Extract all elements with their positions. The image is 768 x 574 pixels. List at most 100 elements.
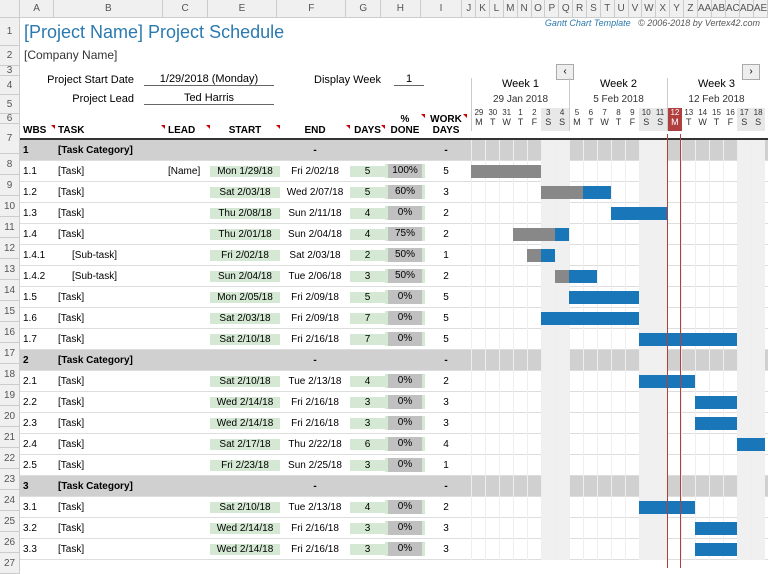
cell-task[interactable]: [Task] xyxy=(55,418,165,429)
cell-pct[interactable]: 0% xyxy=(385,416,425,430)
cell-start[interactable]: Wed 2/14/18 xyxy=(210,544,280,555)
row-header[interactable]: 18 xyxy=(0,364,20,385)
row-header[interactable]: 27 xyxy=(0,553,20,574)
cell-end[interactable]: Fri 2/09/18 xyxy=(280,292,350,303)
col-header[interactable]: S xyxy=(587,0,601,17)
cell-wbs[interactable]: 3.3 xyxy=(20,544,55,555)
cell-pct[interactable]: 0% xyxy=(385,458,425,472)
cell-task[interactable]: [Sub-task] xyxy=(55,271,165,282)
col-header[interactable]: AA xyxy=(698,0,712,17)
table-row[interactable]: 1.2[Task]Sat 2/03/18Wed 2/07/18560%3 xyxy=(20,182,768,203)
col-header[interactable]: N xyxy=(518,0,532,17)
lead-value[interactable]: Ted Harris xyxy=(144,92,274,105)
row-header[interactable]: 3 xyxy=(0,66,20,76)
col-header[interactable]: F xyxy=(277,0,346,17)
col-header[interactable]: AD xyxy=(740,0,754,17)
col-header[interactable]: M xyxy=(504,0,518,17)
cell-days[interactable]: 5 xyxy=(350,166,385,177)
row-header[interactable]: 4 xyxy=(0,76,20,95)
col-header[interactable]: B xyxy=(54,0,163,17)
cell-pct[interactable]: 60% xyxy=(385,185,425,199)
cell-end[interactable]: Fri 2/09/18 xyxy=(280,313,350,324)
cell-work[interactable]: - xyxy=(425,355,467,366)
col-header[interactable]: AE xyxy=(754,0,768,17)
cell-work[interactable]: 2 xyxy=(425,271,467,282)
cell-wbs[interactable]: 3.2 xyxy=(20,523,55,534)
row-header[interactable]: 24 xyxy=(0,490,20,511)
cell-work[interactable]: 2 xyxy=(425,229,467,240)
cell-task[interactable]: [Sub-task] xyxy=(55,250,165,261)
cell-days[interactable]: 3 xyxy=(350,544,385,555)
cell-work[interactable]: 3 xyxy=(425,418,467,429)
table-row[interactable]: 1.4.1[Sub-task]Fri 2/02/18Sat 2/03/18250… xyxy=(20,245,768,266)
cell-end[interactable]: Sun 2/11/18 xyxy=(280,208,350,219)
row-header[interactable]: 13 xyxy=(0,259,20,280)
cell-task[interactable]: [Task Category] xyxy=(55,355,165,366)
cell-days[interactable]: 7 xyxy=(350,334,385,345)
row-header[interactable]: 7 xyxy=(0,124,20,154)
cell-work[interactable]: 5 xyxy=(425,334,467,345)
row-header[interactable]: 6 xyxy=(0,114,20,124)
cell-wbs[interactable]: 1 xyxy=(20,145,55,156)
cell-wbs[interactable]: 3 xyxy=(20,481,55,492)
row-header[interactable]: 1 xyxy=(0,18,20,46)
cell-days[interactable]: 4 xyxy=(350,376,385,387)
cell-task[interactable]: [Task] xyxy=(55,208,165,219)
cell-start[interactable]: Sun 2/04/18 xyxy=(210,271,280,282)
cell-work[interactable]: 5 xyxy=(425,313,467,324)
row-header[interactable]: 26 xyxy=(0,532,20,553)
cell-wbs[interactable]: 1.1 xyxy=(20,166,55,177)
row-header[interactable]: 20 xyxy=(0,406,20,427)
row-header[interactable]: 25 xyxy=(0,511,20,532)
cell-work[interactable]: 3 xyxy=(425,397,467,408)
cell-lead[interactable]: [Name] xyxy=(165,166,210,177)
table-row[interactable]: 3.2[Task]Wed 2/14/18Fri 2/16/1830%3 xyxy=(20,518,768,539)
cell-task[interactable]: [Task] xyxy=(55,376,165,387)
cell-work[interactable]: 3 xyxy=(425,523,467,534)
cell-work[interactable]: 2 xyxy=(425,208,467,219)
col-header[interactable]: H xyxy=(381,0,421,17)
table-row[interactable]: 1.5[Task]Mon 2/05/18Fri 2/09/1850%5 xyxy=(20,287,768,308)
cell-start[interactable]: Fri 2/23/18 xyxy=(210,460,280,471)
cell-pct[interactable]: 50% xyxy=(385,248,425,262)
table-row[interactable]: 3.3[Task]Wed 2/14/18Fri 2/16/1830%3 xyxy=(20,539,768,560)
cell-days[interactable]: 4 xyxy=(350,229,385,240)
cell-end[interactable]: - xyxy=(280,145,350,156)
col-header[interactable]: O xyxy=(532,0,546,17)
cell-end[interactable]: Fri 2/16/18 xyxy=(280,418,350,429)
col-header[interactable]: A xyxy=(20,0,55,17)
cell-start[interactable]: Wed 2/14/18 xyxy=(210,397,280,408)
cell-work[interactable]: - xyxy=(425,481,467,492)
cell-days[interactable]: 3 xyxy=(350,523,385,534)
cell-pct[interactable]: 0% xyxy=(385,395,425,409)
cell-work[interactable]: 2 xyxy=(425,502,467,513)
cell-wbs[interactable]: 1.6 xyxy=(20,313,55,324)
cell-end[interactable]: Fri 2/16/18 xyxy=(280,523,350,534)
company-name[interactable]: [Company Name] xyxy=(20,46,768,64)
row-header[interactable]: 12 xyxy=(0,238,20,259)
table-row[interactable]: 2[Task Category]-- xyxy=(20,350,768,371)
cell-end[interactable]: Fri 2/16/18 xyxy=(280,334,350,345)
cell-task[interactable]: [Task] xyxy=(55,313,165,324)
col-header[interactable]: L xyxy=(490,0,504,17)
col-header[interactable]: V xyxy=(629,0,643,17)
cell-wbs[interactable]: 2.4 xyxy=(20,439,55,450)
cell-task[interactable]: [Task Category] xyxy=(55,145,165,156)
cell-work[interactable]: 1 xyxy=(425,460,467,471)
cell-task[interactable]: [Task] xyxy=(55,166,165,177)
row-header[interactable]: 15 xyxy=(0,301,20,322)
col-header[interactable]: K xyxy=(476,0,490,17)
cell-task[interactable]: [Task] xyxy=(55,397,165,408)
cell-pct[interactable]: 0% xyxy=(385,374,425,388)
cell-start[interactable]: Fri 2/02/18 xyxy=(210,250,280,261)
cell-wbs[interactable]: 1.4 xyxy=(20,229,55,240)
row-header[interactable]: 10 xyxy=(0,196,20,217)
cell-days[interactable]: 3 xyxy=(350,397,385,408)
cell-start[interactable]: Sat 2/03/18 xyxy=(210,187,280,198)
start-date-value[interactable]: 1/29/2018 (Monday) xyxy=(144,73,274,86)
cell-days[interactable]: 4 xyxy=(350,208,385,219)
cell-wbs[interactable]: 2.1 xyxy=(20,376,55,387)
cell-start[interactable]: Sat 2/03/18 xyxy=(210,313,280,324)
cell-task[interactable]: [Task] xyxy=(55,439,165,450)
cell-end[interactable]: Sun 2/25/18 xyxy=(280,460,350,471)
